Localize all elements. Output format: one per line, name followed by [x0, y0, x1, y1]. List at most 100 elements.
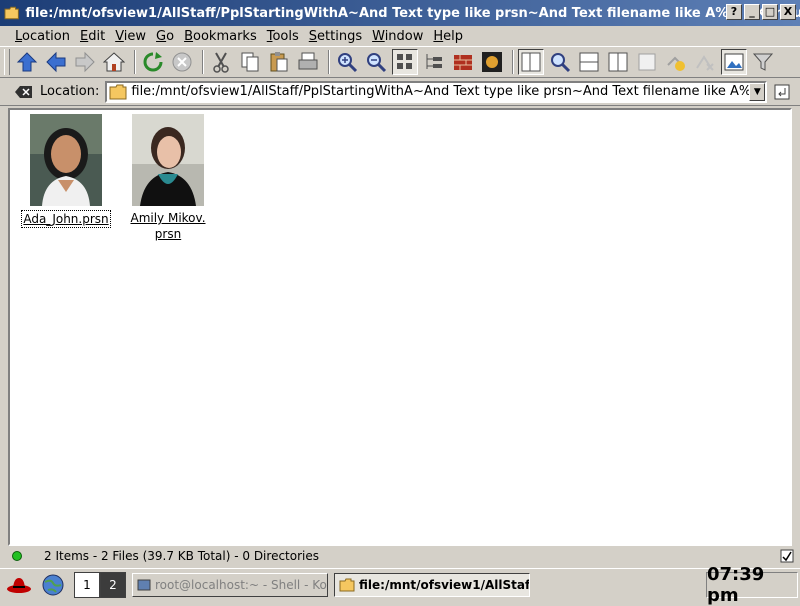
chevron-down-icon: ▼ — [753, 86, 761, 97]
zoom-out-button[interactable] — [363, 49, 389, 75]
file-name-line1: Amily Mikov. — [130, 211, 206, 225]
location-value[interactable]: file:/mnt/ofsview1/AllStaff/PplStartingW… — [131, 84, 749, 99]
task-shell[interactable]: root@localhost:~ - Shell - Kon — [132, 572, 328, 597]
folder-icon — [4, 6, 19, 20]
menu-view[interactable]: View — [110, 29, 151, 44]
tree-view-button[interactable] — [421, 49, 447, 75]
split-view-button[interactable] — [518, 49, 544, 75]
back-arrow-icon — [46, 51, 66, 73]
forward-arrow-icon — [75, 51, 95, 73]
menu-location[interactable]: Location — [10, 29, 75, 44]
desktop-2-button[interactable]: 2 — [100, 571, 126, 598]
file-view[interactable]: Ada_John.prsn Amily Mikov. prsn — [8, 108, 792, 546]
icon-view-icon — [397, 54, 412, 69]
file-item[interactable]: Amily Mikov. prsn — [120, 114, 216, 242]
filter-icon — [752, 53, 774, 71]
menu-bookmarks[interactable]: Bookmarks — [179, 29, 262, 44]
stop-button[interactable] — [169, 49, 195, 75]
up-arrow-icon — [16, 52, 38, 72]
link-view-icon[interactable] — [780, 549, 794, 563]
maximize-button[interactable]: □ — [762, 4, 778, 20]
location-input[interactable]: file:/mnt/ofsview1/AllStaff/PplStartingW… — [105, 80, 768, 103]
home-button[interactable] — [101, 49, 127, 75]
status-led-icon — [12, 551, 22, 561]
stop-icon — [172, 52, 192, 72]
folder-icon — [339, 578, 355, 591]
task-label: root@localhost:~ - Shell - Kon — [155, 577, 328, 592]
person-thumbnail[interactable] — [132, 114, 204, 206]
menu-tools[interactable]: Tools — [262, 29, 304, 44]
cut-button[interactable] — [208, 49, 234, 75]
main-toolbar — [0, 46, 800, 78]
clear-button[interactable] — [663, 49, 689, 75]
window-titlebar[interactable]: file:/mnt/ofsview1/AllStaff/PplStartingW… — [0, 0, 800, 26]
folder-icon — [109, 84, 127, 99]
blank-button[interactable] — [634, 49, 660, 75]
globe-icon — [42, 574, 64, 595]
redhat-icon — [7, 577, 31, 593]
up-button[interactable] — [14, 49, 40, 75]
status-text: 2 Items - 2 Files (39.7 KB Total) - 0 Di… — [44, 549, 319, 563]
tree-view-icon — [426, 54, 442, 69]
start-menu-button[interactable] — [4, 570, 34, 600]
menu-help[interactable]: Help — [428, 29, 468, 44]
location-dropdown-button[interactable]: ▼ — [749, 82, 766, 101]
print-button[interactable] — [295, 49, 321, 75]
cut-icon — [213, 52, 229, 73]
taskbar: 1 2 root@localhost:~ - Shell - Kon file:… — [0, 564, 800, 606]
filter-button[interactable] — [750, 49, 776, 75]
file-name[interactable]: Ada_John.prsn — [21, 210, 111, 228]
clear-location-icon — [15, 85, 32, 98]
clear-disabled-button[interactable] — [692, 49, 718, 75]
image-button[interactable] — [721, 49, 747, 75]
zoom-out-icon — [367, 53, 387, 73]
window-title: file:/mnt/ofsview1/AllStaff/PplStartingW… — [25, 5, 800, 21]
back-button[interactable] — [43, 49, 69, 75]
home-icon — [103, 52, 125, 72]
person-thumbnail[interactable] — [30, 114, 102, 206]
desktop-1-button[interactable]: 1 — [74, 571, 100, 598]
toolbar-separator — [202, 50, 204, 74]
menu-go[interactable]: Go — [151, 29, 179, 44]
print-icon — [298, 52, 318, 70]
copy-button[interactable] — [237, 49, 263, 75]
clear-location-button[interactable] — [14, 83, 34, 101]
close-button[interactable]: X — [780, 4, 796, 20]
icon-view-button[interactable] — [392, 49, 418, 75]
menu-settings[interactable]: Settings — [304, 29, 367, 44]
paste-button[interactable] — [266, 49, 292, 75]
toolbar-separator — [512, 50, 514, 74]
help-button[interactable]: ? — [726, 4, 742, 20]
task-konqueror[interactable]: file:/mnt/ofsview1/AllStaff/Ppl — [334, 572, 530, 597]
file-name[interactable]: Amily Mikov. prsn — [130, 210, 205, 242]
toolbar-separator — [134, 50, 136, 74]
location-label: Location: — [40, 84, 100, 99]
menu-bar: Location Edit View Go Bookmarks Tools Se… — [0, 26, 800, 46]
menu-window[interactable]: Window — [367, 29, 428, 44]
minimize-button[interactable]: _ — [744, 4, 760, 20]
find-button[interactable] — [547, 49, 573, 75]
find-icon — [551, 53, 571, 73]
copy-icon — [241, 52, 259, 72]
firewall-button[interactable] — [450, 49, 476, 75]
firewall-icon — [454, 55, 472, 70]
forward-button[interactable] — [72, 49, 98, 75]
go-button[interactable] — [773, 82, 791, 102]
clock[interactable]: 07:39 pm — [706, 564, 798, 606]
split-horizontal-button[interactable] — [576, 49, 602, 75]
security-button[interactable] — [479, 49, 505, 75]
browser-launcher-button[interactable] — [38, 570, 68, 600]
zoom-in-button[interactable] — [334, 49, 360, 75]
split-horizontal-icon — [579, 52, 599, 72]
blank-icon — [638, 53, 656, 71]
reload-button[interactable] — [140, 49, 166, 75]
menu-edit[interactable]: Edit — [75, 29, 110, 44]
image-icon — [724, 53, 744, 71]
enter-icon — [774, 84, 790, 99]
task-label: file:/mnt/ofsview1/AllStaff/Ppl — [359, 577, 530, 592]
file-item[interactable]: Ada_John.prsn — [18, 114, 114, 228]
split-vertical-button[interactable] — [605, 49, 631, 75]
toolbar-grip[interactable] — [4, 49, 10, 75]
location-toolbar: Location: file:/mnt/ofsview1/AllStaff/Pp… — [0, 78, 800, 106]
split-view-icon — [521, 52, 541, 72]
